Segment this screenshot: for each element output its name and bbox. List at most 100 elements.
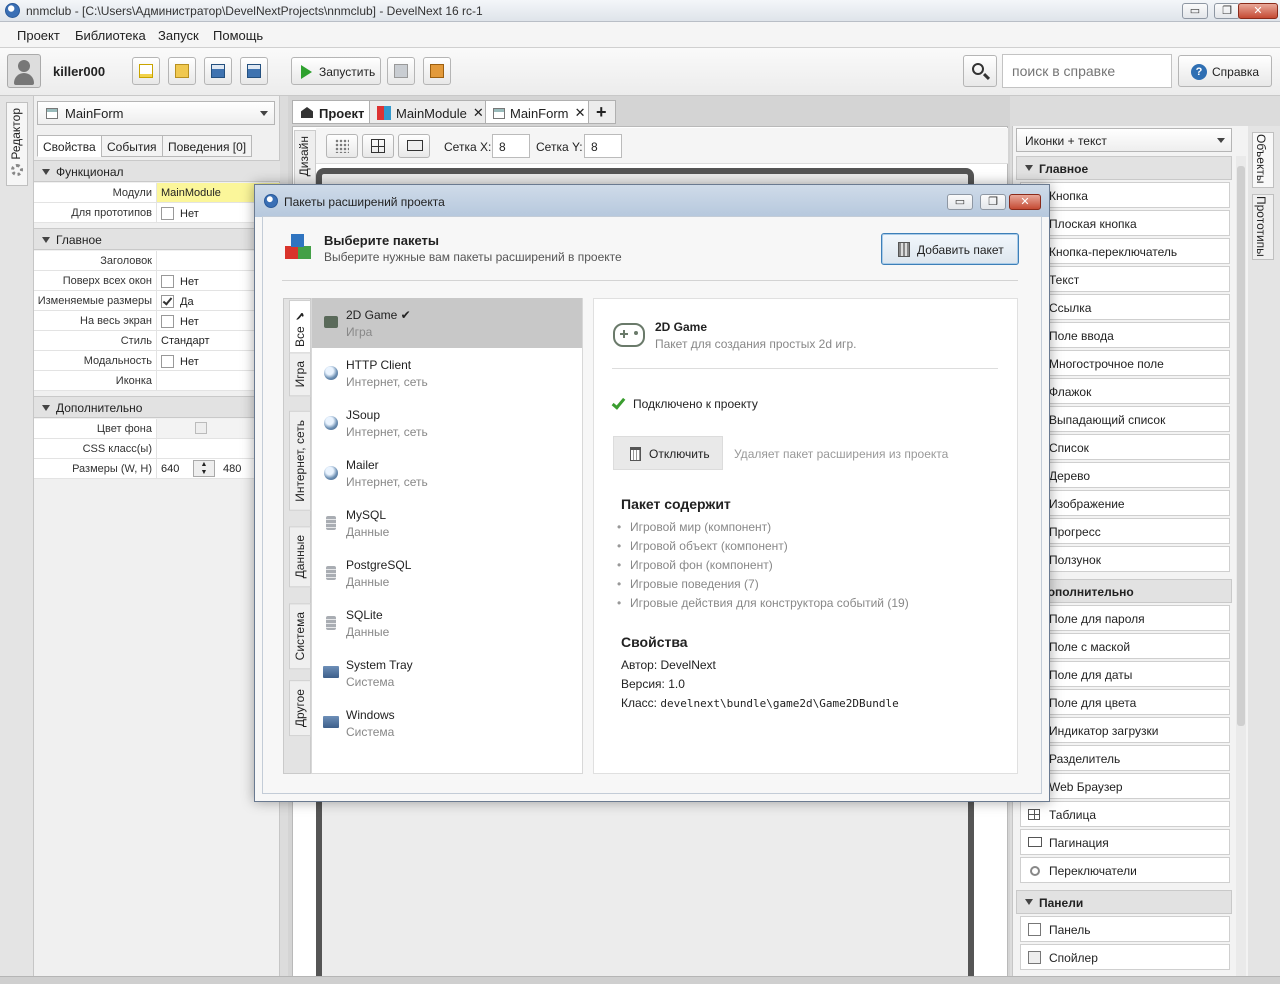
palette-item-slider[interactable]: Ползунок [1020,546,1230,572]
category-data[interactable]: Данные [289,526,311,588]
always-on-top-checkbox[interactable] [161,275,174,288]
editor-tab[interactable]: Редактор [9,108,23,160]
palette-item-progress[interactable]: Прогресс [1020,518,1230,544]
section-main[interactable]: Главное [34,228,280,250]
open-project-button[interactable] [168,57,196,85]
palette-item-password[interactable]: Поле для пароля [1020,605,1230,631]
minimize-button[interactable]: ▭ [1182,3,1208,19]
modality-checkbox[interactable] [161,355,174,368]
category-system[interactable]: Система [289,603,311,670]
resizable-checkbox[interactable] [161,295,174,308]
package-item-2dgame[interactable]: 2D Game ✔ Игра [312,298,582,348]
new-project-button[interactable] [132,57,160,85]
palette-item-masked[interactable]: Поле с маской [1020,633,1230,659]
package-item-sqlite[interactable]: SQLite Данные [312,598,582,648]
palette-section-main[interactable]: Главное [1016,156,1232,180]
menu-run[interactable]: Запуск [158,28,199,43]
palette-item-separator[interactable]: Разделитель [1020,745,1230,771]
tab-properties[interactable]: Свойства [37,135,102,157]
help-search-input[interactable] [1002,54,1172,88]
palette-item-tree[interactable]: Дерево [1020,462,1230,488]
help-button[interactable]: ? Справка [1178,55,1272,87]
palette-item-flat-button[interactable]: Плоская кнопка [1020,210,1230,236]
palette-scrollbar[interactable] [1236,156,1246,976]
palette-item-textarea[interactable]: Многострочное поле [1020,350,1230,376]
grid-dots-button[interactable] [326,134,358,158]
section-functional[interactable]: Функционал [34,160,280,182]
width-stepper[interactable]: ▲ ▼ [193,460,215,477]
add-tab-button[interactable]: + [588,100,616,124]
palette-item-button[interactable]: Кнопка [1020,182,1230,208]
height-input[interactable]: 480 [223,463,241,475]
package-item-http-client[interactable]: HTTP Client Интернет, сеть [312,348,582,398]
category-other[interactable]: Другое [289,680,311,737]
palette-item-combobox[interactable]: Выпадающий список [1020,406,1230,432]
grid-x-input[interactable]: 8 [492,134,530,158]
form-selector[interactable]: MainForm [37,101,275,125]
palette-item-pagination[interactable]: Пагинация [1020,829,1230,855]
dialog-minimize-button[interactable]: ▭ [947,194,973,210]
palette-item-input[interactable]: Поле ввода [1020,322,1230,348]
package-item-mailer[interactable]: Mailer Интернет, сеть [312,448,582,498]
save-button[interactable] [204,57,232,85]
dots-grid-icon [335,139,349,153]
run-button[interactable]: Запустить [291,57,381,85]
search-button[interactable] [963,55,997,87]
package-item-jsoup[interactable]: JSoup Интернет, сеть [312,398,582,448]
view-mode-selector[interactable]: Иконки + текст [1016,128,1232,152]
package-item-system-tray[interactable]: System Tray Система [312,648,582,698]
build-button[interactable] [423,57,451,85]
section-extra[interactable]: Дополнительно [34,396,280,418]
palette-item-toggles[interactable]: Переключатели [1020,857,1230,883]
dialog-maximize-button[interactable]: ❐ [980,194,1006,210]
palette-item-image[interactable]: Изображение [1020,490,1230,516]
fullscreen-checkbox[interactable] [161,315,174,328]
tab-mainform[interactable]: MainForm ✕ [485,100,592,124]
design-tab[interactable]: Дизайн [297,136,311,176]
tab-events[interactable]: События [101,135,163,157]
palette-item-color[interactable]: Поле для цвета [1020,689,1230,715]
play-icon [301,65,312,79]
palette-item-panel[interactable]: Панель [1020,916,1230,942]
tab-project[interactable]: Проект [292,100,374,124]
grid-y-input[interactable]: 8 [584,134,622,158]
package-item-mysql[interactable]: MySQL Данные [312,498,582,548]
category-internet[interactable]: Интернет, сеть [289,411,311,511]
menu-help[interactable]: Помощь [213,28,263,43]
close-tab-icon[interactable]: ✕ [575,105,586,121]
palette-item-link[interactable]: Ссылка [1020,294,1230,320]
stop-button[interactable] [387,57,415,85]
add-package-button[interactable]: Добавить пакет [881,233,1019,265]
tab-mainmodule[interactable]: MainModule ✕ [369,100,490,124]
category-all[interactable]: Все ✔ [289,300,311,357]
tab-behaviors[interactable]: Поведения [0] [162,135,253,157]
palette-item-list[interactable]: Список [1020,434,1230,460]
package-item-postgresql[interactable]: PostgreSQL Данные [312,548,582,598]
maximize-button[interactable]: ❐ [1214,3,1240,19]
package-item-windows[interactable]: Windows Система [312,698,582,748]
palette-item-checkbox[interactable]: Флажок [1020,378,1230,404]
prototypes-tab[interactable]: Прототипы [1254,196,1268,257]
category-game[interactable]: Игра [289,352,311,397]
palette-item-text[interactable]: Текст [1020,266,1230,292]
close-button[interactable]: ✕ [1238,3,1278,19]
disable-package-button[interactable]: Отключить [613,436,723,470]
close-tab-icon[interactable]: ✕ [473,105,484,121]
palette-item-date[interactable]: Поле для даты [1020,661,1230,687]
palette-item-loader[interactable]: Индикатор загрузки [1020,717,1230,743]
objects-tab[interactable]: Объекты [1254,134,1268,184]
palette-item-toggle-button[interactable]: Кнопка-переключатель [1020,238,1230,264]
frame-button[interactable] [398,134,430,158]
dialog-close-button[interactable]: ✕ [1009,194,1041,210]
menu-project[interactable]: Проект [17,28,60,43]
palette-item-browser[interactable]: Web Браузер [1020,773,1230,799]
menu-library[interactable]: Библиотека [75,28,146,43]
palette-item-table[interactable]: Таблица [1020,801,1230,827]
save-all-button[interactable] [240,57,268,85]
grid-lines-button[interactable] [362,134,394,158]
palette-item-spoiler[interactable]: Спойлер [1020,944,1230,970]
width-input[interactable]: 640 [161,463,179,475]
prototypes-checkbox[interactable] [161,207,174,220]
user-avatar[interactable] [7,54,41,88]
palette-section-panels[interactable]: Панели [1016,890,1232,914]
